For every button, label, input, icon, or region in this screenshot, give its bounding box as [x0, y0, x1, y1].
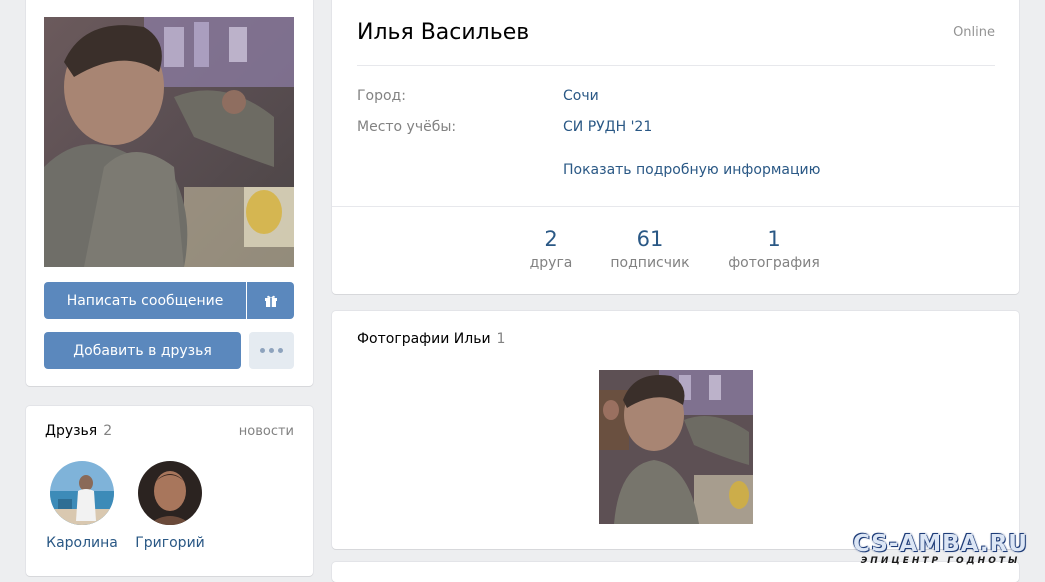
friends-header[interactable]: Друзья 2: [45, 423, 112, 439]
counter-value: 1: [767, 227, 781, 251]
counter-followers[interactable]: 61 подписчик: [604, 227, 696, 271]
city-label: Город:: [357, 88, 406, 104]
watermark-main-text: CS-AMBA.RU: [853, 531, 1028, 557]
friends-count: 2: [103, 423, 113, 439]
more-actions-button[interactable]: [249, 332, 294, 369]
photos-card: Фотографии Ильи 1: [332, 311, 1019, 549]
gift-button[interactable]: [247, 282, 294, 319]
education-value-link[interactable]: СИ РУДН '21: [563, 119, 652, 135]
friend-photo-icon: [138, 461, 202, 525]
friend-item[interactable]: Григорий: [130, 461, 210, 551]
photo-thumbnail[interactable]: [599, 370, 753, 524]
education-label: Место учёбы:: [357, 119, 457, 135]
watermark-sub-text: ЭПИЦЕНТР ГОДНОТЫ: [860, 556, 1021, 566]
avatar-photo-icon: [44, 17, 294, 267]
show-details-link[interactable]: Показать подробную информацию: [563, 162, 820, 178]
photos-count: 1: [496, 331, 506, 347]
photos-header[interactable]: Фотографии Ильи 1: [357, 331, 505, 347]
divider: [357, 65, 995, 66]
city-value-link[interactable]: Сочи: [563, 88, 599, 104]
counter-friends[interactable]: 2 друга: [522, 227, 580, 271]
counter-label: друга: [529, 255, 573, 271]
friend-item[interactable]: Каролина: [42, 461, 122, 551]
friends-title: Друзья: [45, 423, 98, 439]
page-title: Илья Васильев: [357, 20, 530, 45]
divider: [332, 206, 1019, 207]
add-friend-label: Добавить в друзья: [73, 342, 212, 359]
watermark-logo: CS-AMBA.RU ЭПИЦЕНТР ГОДНОТЫ: [853, 531, 1028, 566]
profile-avatar[interactable]: [44, 17, 294, 267]
add-friend-button[interactable]: Добавить в друзья: [44, 332, 241, 369]
profile-left-card: Написать сообщение Добавить в друзья: [26, 0, 313, 386]
counter-value: 61: [636, 227, 664, 251]
profile-info-card: Илья Васильев Online Город: Сочи Место у…: [332, 0, 1019, 294]
friend-name[interactable]: Григорий: [130, 535, 210, 551]
friends-card: Друзья 2 новости Каролина Григорий: [26, 406, 313, 576]
friend-name[interactable]: Каролина: [42, 535, 122, 551]
photo-image-icon: [599, 370, 753, 524]
friend-photo-icon: [50, 461, 114, 525]
send-message-label: Написать сообщение: [66, 292, 224, 309]
photos-title: Фотографии Ильи: [357, 331, 491, 347]
more-dots-icon: [260, 348, 283, 353]
counter-label: фотография: [728, 255, 820, 271]
friend-avatar[interactable]: [138, 461, 202, 525]
counter-label: подписчик: [610, 255, 690, 271]
counter-photos[interactable]: 1 фотография: [726, 227, 822, 271]
send-message-button[interactable]: Написать сообщение: [44, 282, 246, 319]
gift-icon: [264, 295, 277, 307]
friends-news-link[interactable]: новости: [239, 424, 294, 439]
online-status: Online: [953, 25, 995, 40]
counter-value: 2: [544, 227, 558, 251]
friend-avatar[interactable]: [50, 461, 114, 525]
